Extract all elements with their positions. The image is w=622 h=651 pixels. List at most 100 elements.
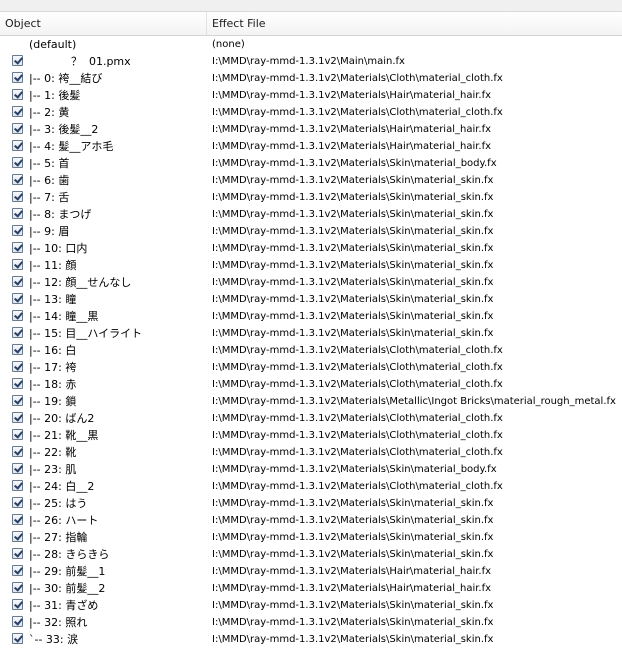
effect-file-path: I:\MMD\ray-mmd-1.3.1v2\Materials\Hair\ma… (212, 141, 492, 152)
list-item[interactable]: |-- 12: 顔__せんなし I:\MMD\ray-mmd-1.3.1v2\Ma… (0, 274, 622, 291)
checkbox-checked[interactable] (12, 378, 23, 389)
checkbox-checked[interactable] (12, 191, 23, 202)
list-item[interactable]: |-- 27: 指輪 I:\MMD\ray-mmd-1.3.1v2\Materia… (0, 529, 622, 546)
object-name: |-- 4: 髪__アホ毛 (29, 140, 114, 153)
checkbox-checked[interactable] (12, 616, 23, 627)
object-name: |-- 9: 眉 (29, 225, 70, 238)
checkbox-checked[interactable] (12, 310, 23, 321)
checkbox-checked[interactable] (12, 395, 23, 406)
list-item[interactable]: |-- 1: 後髪 I:\MMD\ray-mmd-1.3.1v2\Material… (0, 87, 622, 104)
list-item[interactable]: |-- 5: 首 I:\MMD\ray-mmd-1.3.1v2\Materials… (0, 155, 622, 172)
effect-file-path: I:\MMD\ray-mmd-1.3.1v2\Materials\Cloth\m… (212, 413, 503, 424)
checkbox-checked[interactable] (12, 276, 23, 287)
list-item[interactable]: |-- 24: 白__2 I:\MMD\ray-mmd-1.3.1v2\Mater… (0, 478, 622, 495)
checkbox-checked[interactable] (12, 123, 23, 134)
effect-file-path: I:\MMD\ray-mmd-1.3.1v2\Materials\Skin\ma… (212, 549, 494, 560)
list-item[interactable]: |-- 16: 白 I:\MMD\ray-mmd-1.3.1v2\Material… (0, 342, 622, 359)
list-item[interactable]: |-- 18: 赤 I:\MMD\ray-mmd-1.3.1v2\Material… (0, 376, 622, 393)
list-item[interactable]: |-- 19: 鎖 I:\MMD\ray-mmd-1.3.1v2\Material… (0, 393, 622, 410)
list-item[interactable]: |-- 11: 顔 I:\MMD\ray-mmd-1.3.1v2\Material… (0, 257, 622, 274)
checkbox-checked[interactable] (12, 633, 23, 644)
effect-file-path: I:\MMD\ray-mmd-1.3.1v2\Materials\Cloth\m… (212, 447, 503, 458)
list-item[interactable]: |-- 8: まつげ I:\MMD\ray-mmd-1.3.1v2\Materia… (0, 206, 622, 223)
list-item[interactable]: |-- 17: 袴 I:\MMD\ray-mmd-1.3.1v2\Material… (0, 359, 622, 376)
list-item[interactable]: |-- 32: 照れ I:\MMD\ray-mmd-1.3.1v2\Materia… (0, 614, 622, 631)
effect-file-path: I:\MMD\ray-mmd-1.3.1v2\Materials\Skin\ma… (212, 600, 494, 611)
object-name: |-- 21: 靴__黒 (29, 429, 99, 442)
list-item[interactable]: |-- 0: 袴__結び I:\MMD\ray-mmd-1.3.1v2\Mater… (0, 70, 622, 87)
list-item[interactable]: ？ 01.pmx I:\MMD\ray-mmd-1.3.1v2\Main\main… (0, 53, 622, 70)
list-item[interactable]: |-- 20: ばん2 I:\MMD\ray-mmd-1.3.1v2\Materi… (0, 410, 622, 427)
checkbox-checked[interactable] (12, 72, 23, 83)
checkbox-checked[interactable] (12, 293, 23, 304)
checkbox-checked[interactable] (12, 242, 23, 253)
list-item[interactable]: `-- 33: 涙 I:\MMD\ray-mmd-1.3.1v2\Material… (0, 631, 622, 648)
list-item[interactable]: |-- 10: 口内 I:\MMD\ray-mmd-1.3.1v2\Materia… (0, 240, 622, 257)
checkbox-checked[interactable] (12, 89, 23, 100)
list-item[interactable]: |-- 14: 瞳__黒 I:\MMD\ray-mmd-1.3.1v2\Mater… (0, 308, 622, 325)
list-item[interactable]: |-- 4: 髪__アホ毛 I:\MMD\ray-mmd-1.3.1v2\Mate… (0, 138, 622, 155)
checkbox-checked[interactable] (12, 463, 23, 474)
checkbox-checked[interactable] (12, 531, 23, 542)
checkbox-checked[interactable] (12, 361, 23, 372)
list-item[interactable]: |-- 15: 目__ハイライト I:\MMD\ray-mmd-1.3.1v2\M… (0, 325, 622, 342)
checkbox-checked[interactable] (12, 208, 23, 219)
column-header-effect-file[interactable]: Effect File (207, 12, 622, 35)
effect-file-path: I:\MMD\ray-mmd-1.3.1v2\Materials\Cloth\m… (212, 345, 503, 356)
effect-file-path: I:\MMD\ray-mmd-1.3.1v2\Materials\Cloth\m… (212, 362, 503, 373)
column-header-object[interactable]: Object (0, 12, 207, 35)
object-name: (default) (29, 38, 77, 51)
checkbox-checked[interactable] (12, 174, 23, 185)
checkbox-checked[interactable] (12, 225, 23, 236)
list-item[interactable]: |-- 2: 黄 I:\MMD\ray-mmd-1.3.1v2\Materials… (0, 104, 622, 121)
checkbox-checked[interactable] (12, 565, 23, 576)
object-name: |-- 27: 指輪 (29, 531, 88, 544)
list-item[interactable]: |-- 13: 瞳 I:\MMD\ray-mmd-1.3.1v2\Material… (0, 291, 622, 308)
list-item[interactable]: |-- 7: 舌 I:\MMD\ray-mmd-1.3.1v2\Materials… (0, 189, 622, 206)
object-name: |-- 19: 鎖 (29, 395, 77, 408)
effect-file-path: I:\MMD\ray-mmd-1.3.1v2\Materials\Skin\ma… (212, 277, 494, 288)
list-item[interactable]: |-- 9: 眉 I:\MMD\ray-mmd-1.3.1v2\Materials… (0, 223, 622, 240)
object-name: |-- 29: 前髪__1 (29, 565, 106, 578)
list-item[interactable]: (default) (none) (0, 36, 622, 53)
effect-file-path: I:\MMD\ray-mmd-1.3.1v2\Materials\Hair\ma… (212, 124, 492, 135)
checkbox-checked[interactable] (12, 480, 23, 491)
checkbox-checked[interactable] (12, 55, 23, 66)
effect-file-path: I:\MMD\ray-mmd-1.3.1v2\Materials\Cloth\m… (212, 430, 503, 441)
list-item[interactable]: |-- 6: 歯 I:\MMD\ray-mmd-1.3.1v2\Materials… (0, 172, 622, 189)
checkbox-checked[interactable] (12, 412, 23, 423)
list-item[interactable]: |-- 29: 前髪__1 I:\MMD\ray-mmd-1.3.1v2\Mate… (0, 563, 622, 580)
object-name: |-- 26: ハート (29, 514, 99, 527)
object-name: |-- 12: 顔__せんなし (29, 276, 132, 289)
object-name: |-- 2: 黄 (29, 106, 70, 119)
checkbox-checked[interactable] (12, 140, 23, 151)
list-item[interactable]: |-- 28: きらきら I:\MMD\ray-mmd-1.3.1v2\Mater… (0, 546, 622, 563)
checkbox-checked[interactable] (12, 497, 23, 508)
list-item[interactable]: |-- 30: 前髪__2 I:\MMD\ray-mmd-1.3.1v2\Mate… (0, 580, 622, 597)
checkbox-checked[interactable] (12, 599, 23, 610)
effect-file-path: (none) (212, 39, 245, 50)
checkbox-checked[interactable] (12, 582, 23, 593)
checkbox-checked[interactable] (12, 106, 23, 117)
object-name: |-- 6: 歯 (29, 174, 70, 187)
checkbox-checked[interactable] (12, 327, 23, 338)
effect-file-path: I:\MMD\ray-mmd-1.3.1v2\Materials\Skin\ma… (212, 464, 497, 475)
checkbox-checked[interactable] (12, 157, 23, 168)
list-item[interactable]: |-- 23: 肌 I:\MMD\ray-mmd-1.3.1v2\Material… (0, 461, 622, 478)
list-item[interactable]: |-- 26: ハート I:\MMD\ray-mmd-1.3.1v2\Materi… (0, 512, 622, 529)
object-name: |-- 20: ばん2 (29, 412, 95, 425)
checkbox-checked[interactable] (12, 514, 23, 525)
checkbox-checked[interactable] (12, 259, 23, 270)
object-name: |-- 13: 瞳 (29, 293, 77, 306)
checkbox-checked[interactable] (12, 548, 23, 559)
effect-file-path: I:\MMD\ray-mmd-1.3.1v2\Materials\Skin\ma… (212, 175, 494, 186)
checkbox-checked[interactable] (12, 429, 23, 440)
checkbox-checked[interactable] (12, 344, 23, 355)
list-item[interactable]: |-- 3: 後髪__2 I:\MMD\ray-mmd-1.3.1v2\Mater… (0, 121, 622, 138)
list-item[interactable]: |-- 22: 靴 I:\MMD\ray-mmd-1.3.1v2\Material… (0, 444, 622, 461)
effect-file-path: I:\MMD\ray-mmd-1.3.1v2\Materials\Skin\ma… (212, 209, 494, 220)
checkbox-checked[interactable] (12, 446, 23, 457)
list-item[interactable]: |-- 25: はう I:\MMD\ray-mmd-1.3.1v2\Materia… (0, 495, 622, 512)
list-item[interactable]: |-- 21: 靴__黒 I:\MMD\ray-mmd-1.3.1v2\Mater… (0, 427, 622, 444)
list-item[interactable]: |-- 31: 青ざめ I:\MMD\ray-mmd-1.3.1v2\Materi… (0, 597, 622, 614)
